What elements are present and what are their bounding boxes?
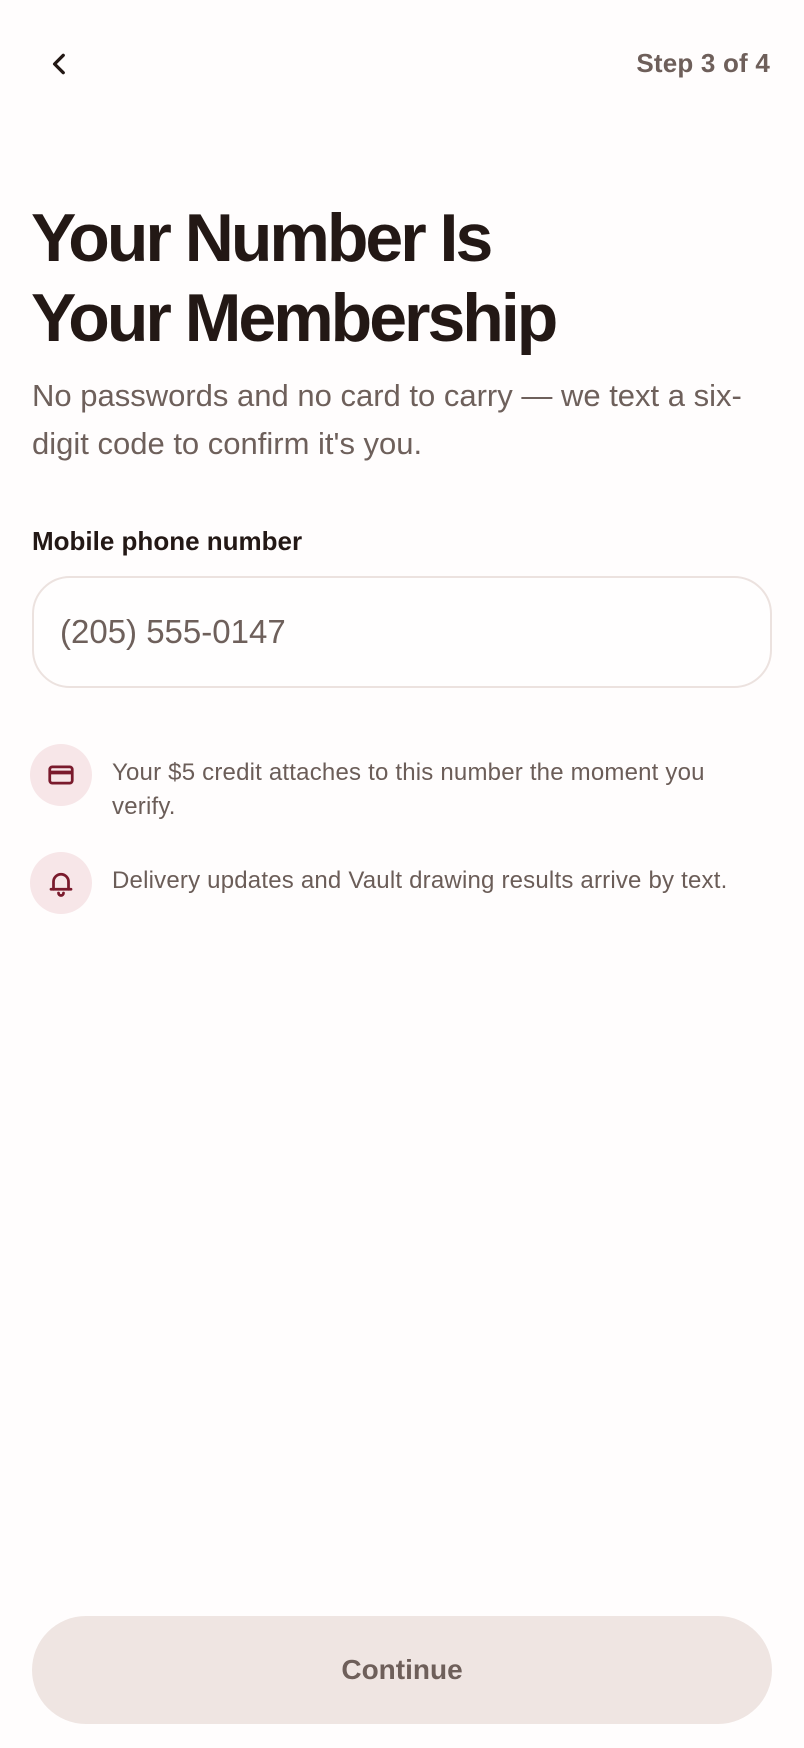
bell-icon xyxy=(30,852,92,914)
credit-card-icon xyxy=(30,744,92,806)
info-list: Your $5 credit attaches to this number t… xyxy=(30,744,774,942)
step-indicator: Step 3 of 4 xyxy=(636,48,770,78)
continue-button[interactable]: Continue xyxy=(32,1616,772,1724)
info-item-updates: Delivery updates and Vault drawing resul… xyxy=(30,852,774,914)
info-text-credit: Your $5 credit attaches to this number t… xyxy=(112,759,705,820)
back-button[interactable] xyxy=(40,44,80,84)
page-title: Your Number Is Your Membership xyxy=(31,198,771,358)
top-bar: Step 3 of 4 xyxy=(0,0,804,130)
phone-field-label: Mobile phone number xyxy=(32,526,303,556)
page-title-line-1: Your Number Is xyxy=(31,200,493,276)
phone-number-input[interactable] xyxy=(32,576,772,688)
info-item-credit: Your $5 credit attaches to this number t… xyxy=(30,744,774,824)
page-title-line-2: Your Membership xyxy=(31,280,558,356)
page-subtitle: No passwords and no card to carry — we t… xyxy=(32,378,742,461)
info-text-updates: Delivery updates and Vault drawing resul… xyxy=(112,867,728,894)
chevron-left-icon xyxy=(52,53,65,75)
